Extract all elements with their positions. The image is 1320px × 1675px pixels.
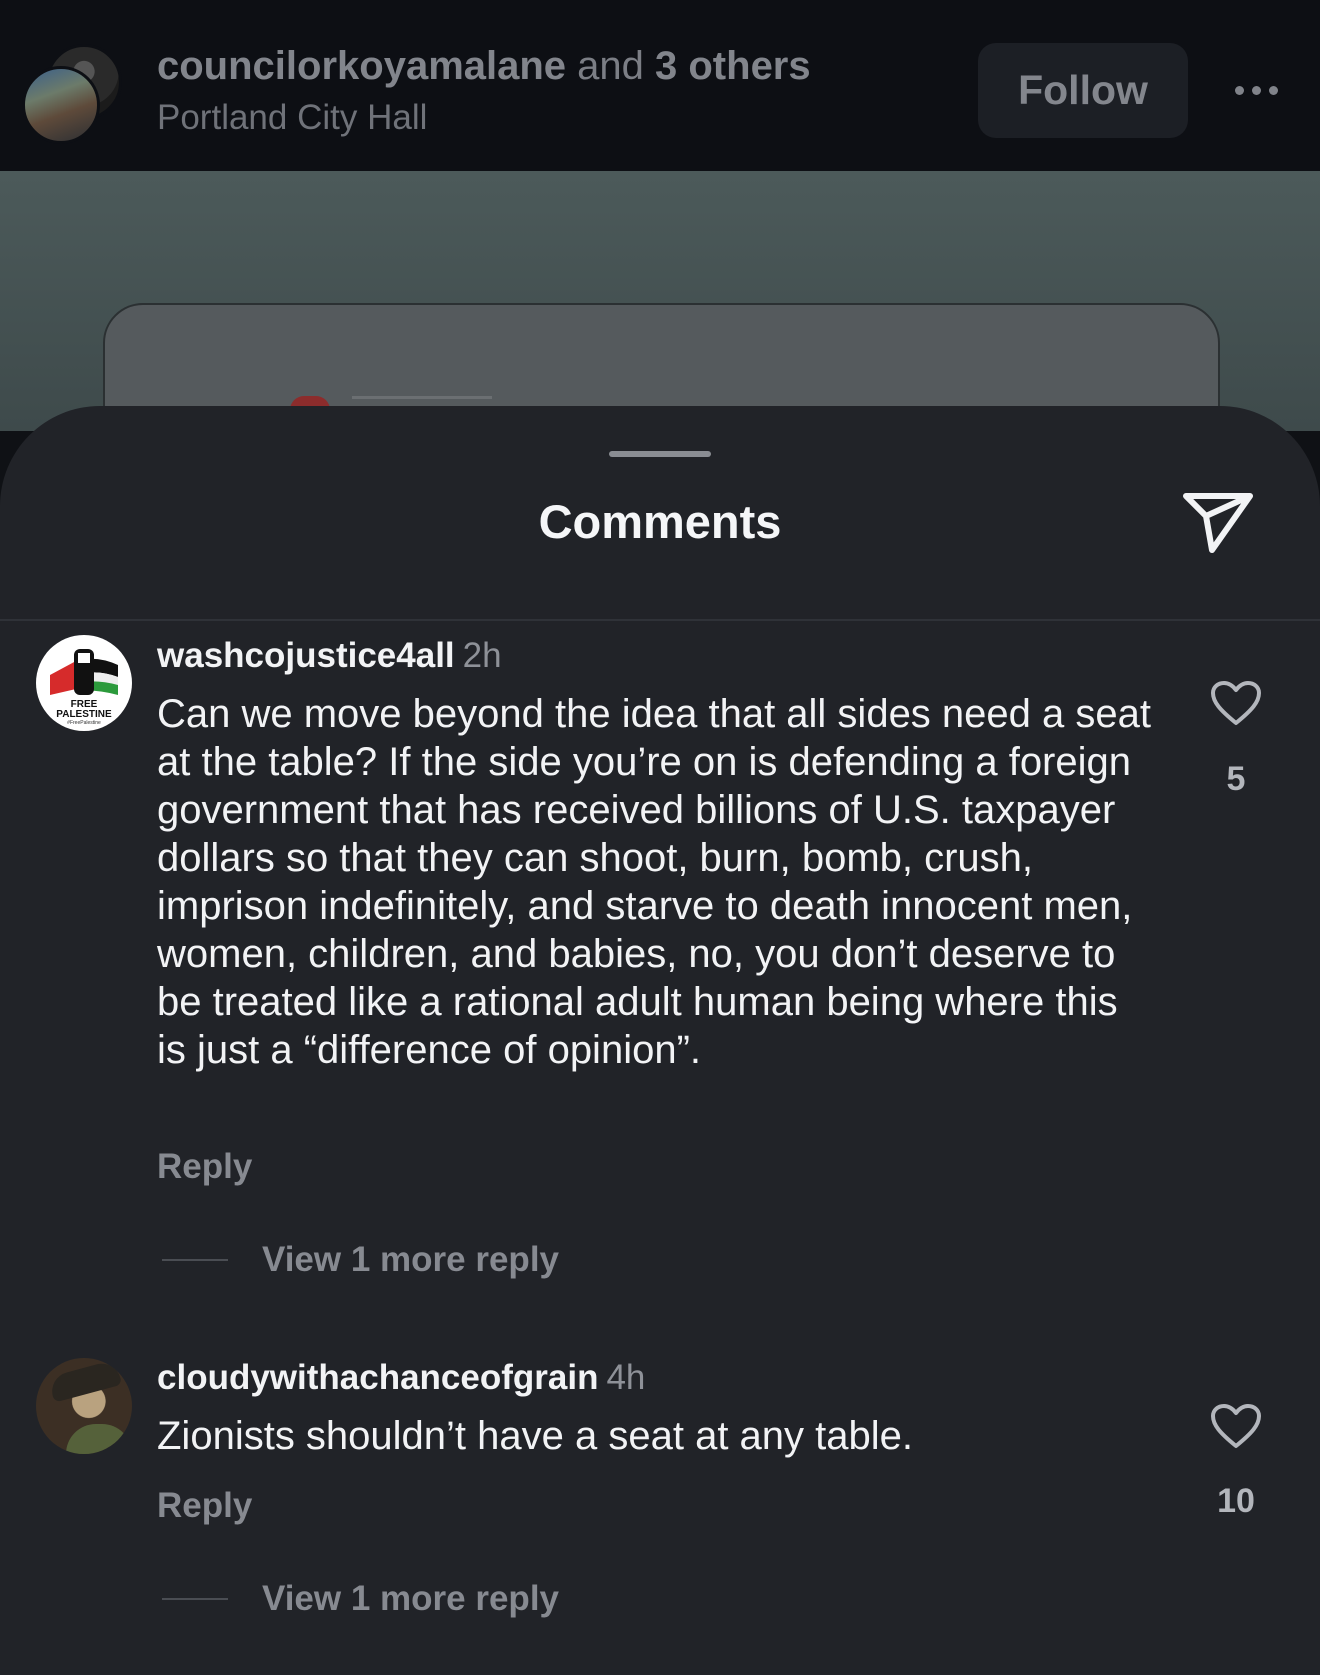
view-more-label[interactable]: View 1 more reply xyxy=(262,1240,559,1280)
follow-button[interactable]: Follow xyxy=(978,43,1188,138)
comment-username[interactable]: cloudywithachanceofgrain 4h xyxy=(157,1358,645,1398)
post-header: councilorkoyamalane and 3 others Portlan… xyxy=(0,0,1320,171)
heart-icon[interactable] xyxy=(1210,680,1262,726)
commenter-avatar[interactable]: FREE PALESTINE #FreePalestine xyxy=(36,635,132,731)
like-count: 10 xyxy=(1217,1482,1255,1520)
authors-conjunction: and xyxy=(566,44,656,88)
commenter-avatar[interactable] xyxy=(36,1358,132,1454)
view-more-replies-button[interactable]: View 1 more reply xyxy=(162,1579,559,1619)
avatar-text-palestine: PALESTINE xyxy=(56,709,112,720)
post-authors[interactable]: councilorkoyamalane and 3 others xyxy=(157,44,811,89)
send-icon[interactable] xyxy=(1182,490,1254,556)
view-more-replies-button[interactable]: View 1 more reply xyxy=(162,1240,559,1280)
reply-button[interactable]: Reply xyxy=(157,1486,252,1526)
heart-icon[interactable] xyxy=(1210,1403,1262,1449)
more-horizontal-icon[interactable] xyxy=(1226,70,1286,110)
view-more-label[interactable]: View 1 more reply xyxy=(262,1579,559,1619)
sheet-title: Comments xyxy=(538,495,782,548)
replies-divider-line xyxy=(162,1598,228,1600)
author-username[interactable]: councilorkoyamalane xyxy=(157,44,566,88)
reply-button[interactable]: Reply xyxy=(157,1147,252,1187)
like-count: 5 xyxy=(1226,760,1246,798)
sheet-divider xyxy=(0,619,1320,621)
comment-time: 2h xyxy=(462,636,502,675)
comment-text: Can we move beyond the idea that all sid… xyxy=(157,692,1151,1072)
comment-username[interactable]: washcojustice4all 2h xyxy=(157,636,502,676)
comment-time: 4h xyxy=(606,1358,646,1397)
avatar-hat xyxy=(47,1359,123,1403)
avatar-shirt xyxy=(66,1424,132,1454)
comment-text: Zionists shouldn’t have a seat at any ta… xyxy=(157,1414,914,1458)
username-text[interactable]: cloudywithachanceofgrain xyxy=(157,1358,598,1397)
avatar-text-hashtag: #FreePalestine xyxy=(67,720,101,726)
sheet-drag-handle[interactable] xyxy=(609,451,711,457)
free-palestine-logo-icon: FREE PALESTINE #FreePalestine xyxy=(37,636,131,730)
others-link[interactable]: 3 others xyxy=(655,44,811,88)
replies-divider-line xyxy=(162,1259,228,1261)
collab-avatars[interactable] xyxy=(22,44,122,144)
post-location[interactable]: Portland City Hall xyxy=(157,98,427,138)
author-avatar xyxy=(22,66,100,144)
username-text[interactable]: washcojustice4all xyxy=(157,636,455,675)
